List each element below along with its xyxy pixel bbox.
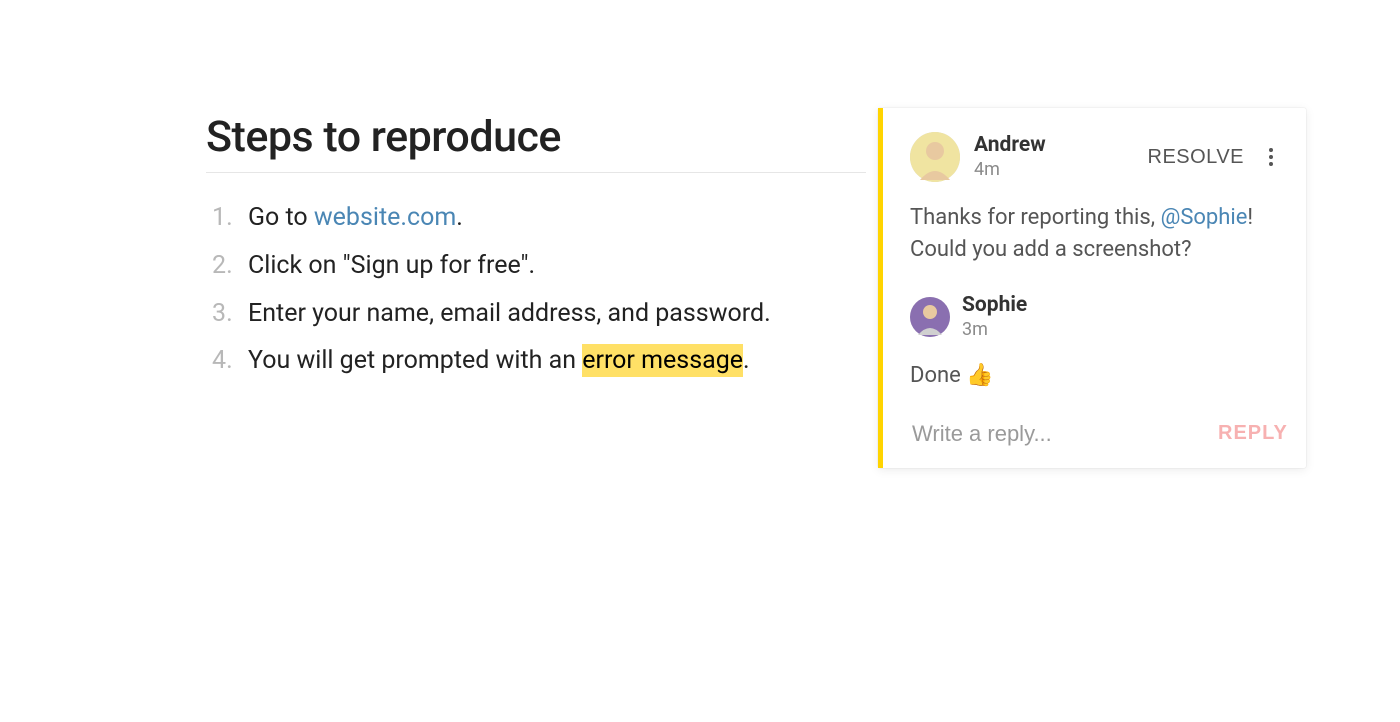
step-item[interactable]: Go to website.com. [206, 201, 866, 235]
step-item[interactable]: Enter your name, email address, and pass… [206, 297, 866, 331]
comment-timestamp: 4m [974, 159, 1046, 180]
resolve-button[interactable]: RESOLVE [1148, 146, 1245, 169]
comment-header: Andrew 4m RESOLVE [910, 132, 1280, 182]
comment-author: Andrew [974, 134, 1046, 157]
step-text: Go to [248, 203, 314, 232]
comment-text: Thanks for reporting this, [910, 205, 1161, 230]
step-text: . [456, 203, 463, 232]
user-mention[interactable]: @Sophie [1161, 205, 1248, 230]
steps-list: Go to website.com. Click on "Sign up for… [206, 201, 866, 378]
comment-timestamp: 3m [962, 319, 1027, 340]
document-section: Steps to reproduce Go to website.com. Cl… [206, 112, 866, 392]
comment: Andrew 4m RESOLVE Thanks for reporting t… [910, 132, 1280, 266]
comment-header: Sophie 3m [910, 294, 1280, 340]
comment-body: Thanks for reporting this, @Sophie! Coul… [910, 202, 1280, 266]
reply-button[interactable]: REPLY [1202, 422, 1288, 445]
step-item[interactable]: You will get prompted with an error mess… [206, 344, 866, 378]
step-text: Enter your name, email address, and pass… [248, 299, 771, 328]
step-text: Click on "Sign up for free". [248, 251, 535, 280]
avatar[interactable] [910, 297, 950, 337]
comment-body: Done 👍 [910, 360, 1280, 392]
comment-author: Sophie [962, 294, 1027, 317]
comment-thread-panel: Andrew 4m RESOLVE Thanks for reporting t… [878, 108, 1306, 468]
reply-row: REPLY [910, 420, 1280, 448]
step-text: . [743, 346, 750, 375]
comment-text: Done 👍 [910, 363, 994, 388]
step-text: You will get prompted with an [248, 346, 582, 375]
reply-input[interactable] [910, 420, 1202, 448]
step-item[interactable]: Click on "Sign up for free". [206, 249, 866, 283]
page-title: Steps to reproduce [206, 112, 866, 162]
highlighted-text[interactable]: error message [582, 344, 743, 377]
title-divider [206, 172, 866, 173]
comment: Sophie 3m Done 👍 [910, 294, 1280, 392]
avatar[interactable] [910, 132, 960, 182]
website-link[interactable]: website.com [314, 203, 456, 232]
more-options-icon[interactable] [1262, 144, 1280, 170]
